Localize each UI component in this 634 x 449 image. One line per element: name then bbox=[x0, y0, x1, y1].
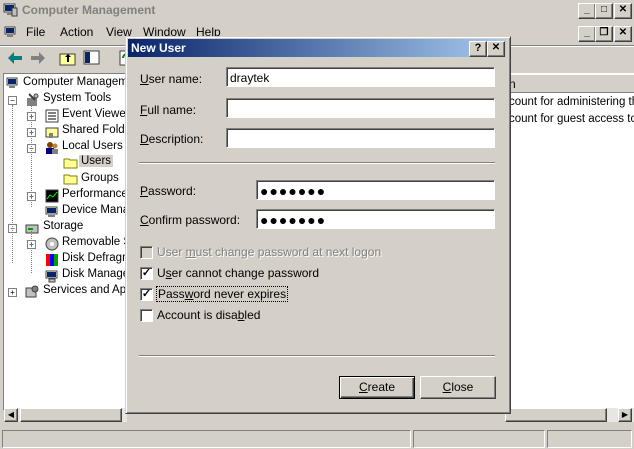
tree-item-users[interactable]: Users bbox=[79, 155, 114, 167]
disk-management-icon bbox=[45, 269, 59, 283]
mdi-doc-icon[interactable] bbox=[4, 26, 18, 39]
mdi-close-button[interactable]: ✕ bbox=[614, 26, 632, 42]
disk-defragmenter-icon bbox=[45, 253, 59, 266]
username-input[interactable]: draytek bbox=[226, 67, 495, 87]
status-cell-3 bbox=[547, 430, 632, 448]
scroll-right-icon[interactable]: ▶ bbox=[618, 408, 632, 422]
password-input[interactable]: ●●●●●●● bbox=[256, 180, 495, 200]
description-label: Description: bbox=[140, 132, 204, 146]
folder-open-icon bbox=[63, 157, 78, 169]
never-expires-label: Password never expires bbox=[156, 286, 289, 302]
computer-management-icon bbox=[3, 3, 18, 17]
tools-icon bbox=[25, 93, 39, 106]
close-button[interactable]: Close bbox=[420, 376, 496, 399]
list-row-guest[interactable]: count for guest access to bbox=[509, 113, 634, 125]
shared-folder-icon bbox=[45, 125, 59, 138]
account-disabled-checkbox[interactable] bbox=[140, 309, 153, 322]
must-change-checkbox[interactable] bbox=[140, 246, 153, 259]
list-column-header[interactable]: n bbox=[505, 75, 634, 93]
collapse-icon[interactable]: − bbox=[8, 96, 17, 105]
tree-item-performance[interactable]: Performance bbox=[62, 188, 128, 200]
cannot-change-checkbox[interactable]: ✓ bbox=[140, 267, 153, 280]
close-main-button[interactable]: ✕ bbox=[614, 3, 632, 19]
dialog-close-x-button[interactable]: ✕ bbox=[487, 41, 505, 57]
dialog-title-bar[interactable]: New User ? ✕ bbox=[128, 39, 506, 57]
fullname-label: Full name: bbox=[140, 103, 197, 117]
tree-line bbox=[31, 231, 32, 273]
back-arrow-icon[interactable] bbox=[5, 49, 25, 67]
tree-item-root[interactable]: Computer Manageme bbox=[23, 76, 134, 88]
password-label: Password: bbox=[140, 184, 197, 198]
users-icon bbox=[45, 141, 59, 154]
tree-item-services-apps[interactable]: Services and App bbox=[43, 284, 133, 296]
computer-icon bbox=[6, 77, 20, 89]
tree-line bbox=[31, 103, 32, 207]
tree-line bbox=[12, 105, 13, 263]
tree-item-local-users[interactable]: Local Users a bbox=[62, 140, 132, 152]
minimize-button[interactable]: _ bbox=[578, 3, 596, 19]
event-viewer-icon bbox=[45, 109, 59, 123]
status-cell-2 bbox=[413, 430, 545, 448]
expand-icon[interactable]: + bbox=[8, 288, 17, 297]
help-button[interactable]: ? bbox=[469, 41, 487, 57]
dialog-title: New User bbox=[131, 41, 186, 55]
never-expires-checkbox[interactable]: ✓ bbox=[140, 288, 153, 301]
close-icon: ✕ bbox=[491, 42, 501, 53]
list-row-administrator[interactable]: count for administering th bbox=[509, 96, 634, 108]
account-disabled-label: Account is disabled bbox=[157, 308, 261, 322]
fullname-input[interactable] bbox=[226, 98, 495, 118]
mdi-minimize-button[interactable]: _ bbox=[578, 26, 596, 42]
confirm-password-label: Confirm password: bbox=[140, 213, 241, 227]
dialog-separator-bottom bbox=[139, 355, 495, 357]
tree-item-storage[interactable]: Storage bbox=[43, 220, 83, 232]
list-scroll-thumb[interactable] bbox=[505, 408, 607, 422]
tree-item-disk-management[interactable]: Disk Manager bbox=[62, 268, 133, 280]
maximize-button[interactable]: □ bbox=[595, 3, 613, 19]
cannot-change-label: User cannot change password bbox=[157, 266, 320, 280]
status-cell-main bbox=[2, 430, 411, 448]
forward-arrow-icon[interactable] bbox=[28, 49, 48, 67]
tree-item-shared-folders[interactable]: Shared Folde bbox=[62, 124, 131, 136]
services-icon bbox=[25, 285, 39, 298]
description-input[interactable] bbox=[226, 128, 495, 148]
up-folder-icon[interactable] bbox=[58, 49, 78, 67]
menu-action[interactable]: Action bbox=[60, 25, 93, 39]
show-hide-tree-icon[interactable] bbox=[82, 49, 102, 67]
tree-item-disk-defragmenter[interactable]: Disk Defragm bbox=[62, 252, 132, 264]
main-title-bar[interactable]: Computer Management _ □ ✕ bbox=[0, 0, 634, 21]
tree-item-removable-storage[interactable]: Removable S bbox=[62, 236, 131, 248]
must-change-label: User must change password at next logon bbox=[157, 245, 382, 259]
removable-storage-icon bbox=[45, 237, 59, 251]
tree-content: Computer Manageme − System Tools + Event… bbox=[3, 73, 136, 409]
create-button[interactable]: Create bbox=[339, 376, 415, 399]
tree-item-groups[interactable]: Groups bbox=[81, 172, 119, 184]
confirm-password-input[interactable]: ●●●●●●● bbox=[256, 209, 495, 229]
folder-icon bbox=[63, 173, 78, 185]
performance-icon bbox=[45, 189, 59, 203]
menu-file[interactable]: File bbox=[26, 25, 45, 39]
tree-scroll-thumb[interactable] bbox=[20, 408, 122, 422]
help-icon: ? bbox=[474, 42, 482, 54]
tree-item-event-viewer[interactable]: Event Viewer bbox=[62, 108, 130, 120]
device-manager-icon bbox=[45, 205, 59, 217]
scroll-left-icon[interactable]: ◀ bbox=[4, 408, 18, 422]
mdi-restore-button[interactable]: ❐ bbox=[595, 26, 613, 42]
storage-icon bbox=[25, 221, 39, 234]
dialog-separator bbox=[139, 162, 495, 164]
tree-item-system-tools[interactable]: System Tools bbox=[43, 92, 111, 104]
username-label: User name: bbox=[140, 72, 203, 86]
main-window-title: Computer Management bbox=[22, 3, 156, 17]
